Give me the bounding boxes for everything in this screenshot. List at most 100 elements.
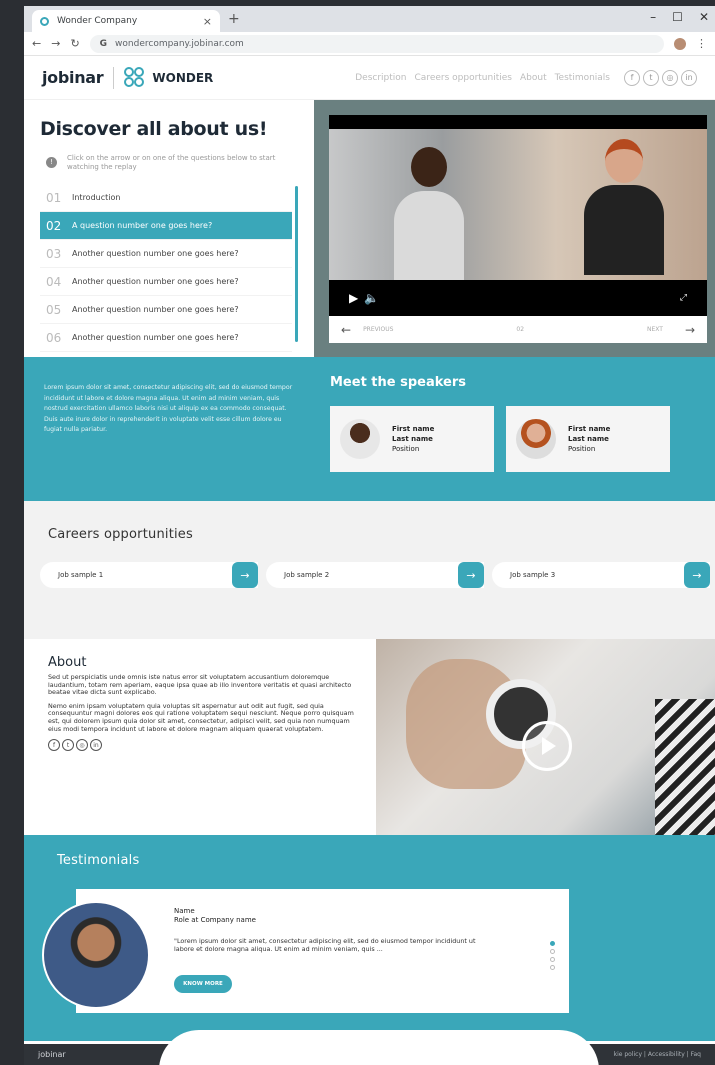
- next-label[interactable]: NEXT: [647, 326, 663, 333]
- arrow-right-icon[interactable]: →: [232, 562, 258, 588]
- job-title: Job sample 1: [58, 571, 104, 579]
- know-more-button[interactable]: KNOW MORE: [174, 975, 232, 993]
- video-controls: ▶ 🔈 ⤢: [329, 280, 707, 316]
- linkedin-icon[interactable]: in: [90, 739, 102, 752]
- instagram-icon[interactable]: ◎: [76, 739, 88, 752]
- play-button-icon[interactable]: [522, 721, 572, 771]
- next-arrow-icon[interactable]: →: [685, 323, 695, 337]
- nav-about[interactable]: About: [520, 73, 547, 83]
- menu-icon[interactable]: ⋮: [696, 37, 707, 50]
- carousel-dot[interactable]: [550, 949, 555, 954]
- arrow-right-icon[interactable]: →: [458, 562, 484, 588]
- speaker-last-name: Last name: [568, 435, 609, 443]
- speaker-last-name: Last name: [392, 435, 433, 443]
- about-text: About Sed ut perspiciatis unde omnis ist…: [24, 639, 376, 835]
- question-number: 05: [46, 302, 62, 317]
- linkedin-icon[interactable]: in: [681, 69, 697, 86]
- tab-bar: Wonder Company × + – ☐ ✕: [24, 6, 715, 32]
- twitter-icon[interactable]: t: [643, 69, 659, 86]
- about-title: About: [48, 655, 87, 670]
- author-name: Name: [174, 907, 195, 915]
- question-item[interactable]: 03 Another question number one goes here?: [40, 240, 292, 268]
- question-label: Another question number one goes here?: [72, 249, 239, 258]
- question-item[interactable]: 06 Another question number one goes here?: [40, 324, 292, 352]
- speaker-first-name: First name: [392, 425, 435, 433]
- favicon-icon: [40, 16, 49, 26]
- job-title: Job sample 2: [284, 571, 330, 579]
- question-item[interactable]: 04 Another question number one goes here?: [40, 268, 292, 296]
- question-label: Another question number one goes here?: [72, 333, 239, 342]
- facebook-icon[interactable]: f: [48, 739, 60, 752]
- profile-avatar[interactable]: [674, 37, 686, 50]
- carousel-dot[interactable]: [550, 957, 555, 962]
- volume-icon[interactable]: 🔈: [364, 291, 379, 305]
- nav-description[interactable]: Description: [355, 73, 406, 83]
- speaker-card[interactable]: First name Last name Position: [506, 406, 670, 472]
- wonder-logo-icon: [124, 66, 146, 89]
- question-number: 01: [46, 190, 62, 205]
- speaker-first-name: First name: [568, 425, 611, 433]
- arrow-right-icon[interactable]: →: [684, 562, 710, 588]
- browser-tab[interactable]: Wonder Company ×: [32, 10, 220, 32]
- url-text: wondercompany.jobinar.com: [115, 38, 244, 49]
- facebook-icon[interactable]: f: [624, 69, 640, 86]
- speakers-section: Lorem ipsum dolor sit amet, consectetur …: [24, 357, 715, 501]
- speakers-list: First name Last name Position First name…: [330, 406, 715, 472]
- speaker-card[interactable]: First name Last name Position: [330, 406, 494, 472]
- window-controls: – ☐ ✕: [650, 10, 709, 24]
- speaker-figure: [394, 147, 464, 280]
- close-tab-icon[interactable]: ×: [203, 15, 212, 28]
- carousel-dot[interactable]: [550, 941, 555, 946]
- video-player[interactable]: ▶ 🔈 ⤢ ← PREVIOUS 02 NEXT →: [329, 115, 707, 343]
- video-thumbnail-shape: [655, 699, 715, 835]
- forward-icon[interactable]: →: [51, 37, 60, 50]
- play-icon[interactable]: ▶: [349, 291, 358, 305]
- testimonial-card: Name Role at Company name "Lorem ipsum d…: [76, 889, 569, 1013]
- about-paragraph: Nemo enim ipsam voluptatem quia voluptas…: [48, 701, 354, 733]
- testimonial-author: Name Role at Company name: [174, 907, 256, 925]
- question-number: 03: [46, 246, 62, 261]
- question-item[interactable]: 01 Introduction: [40, 184, 292, 212]
- question-item-active[interactable]: 02 A question number one goes here?: [40, 212, 292, 240]
- job-card[interactable]: Job sample 2 →: [266, 562, 484, 588]
- nav-testimonials[interactable]: Testimonials: [555, 73, 610, 83]
- speaker-avatar: [516, 419, 556, 459]
- question-label: Another question number one goes here?: [72, 277, 239, 286]
- nav-careers[interactable]: Careers opportunities: [415, 73, 512, 83]
- twitter-icon[interactable]: t: [62, 739, 74, 752]
- jobinar-logo[interactable]: jobinar: [42, 68, 104, 87]
- social-links: f t ◎ in: [624, 69, 697, 86]
- instagram-icon[interactable]: ◎: [662, 69, 678, 86]
- previous-arrow-icon[interactable]: ←: [341, 323, 351, 337]
- intro-text: Lorem ipsum dolor sit amet, consectetur …: [44, 384, 293, 434]
- job-card[interactable]: Job sample 3 →: [492, 562, 710, 588]
- address-bar-row: ← → ↻ G wondercompany.jobinar.com ⋮: [24, 32, 715, 56]
- previous-label[interactable]: PREVIOUS: [363, 326, 393, 333]
- footer-brand[interactable]: jobinar: [38, 1050, 66, 1059]
- carousel-dots: [550, 941, 555, 970]
- author-role: Role at Company name: [174, 916, 256, 924]
- back-icon[interactable]: ←: [32, 37, 41, 50]
- divider: [113, 66, 115, 89]
- testimonial-avatar: [42, 901, 150, 1009]
- url-field[interactable]: G wondercompany.jobinar.com: [89, 34, 664, 53]
- fullscreen-icon[interactable]: ⤢: [680, 293, 687, 303]
- minimize-button[interactable]: –: [650, 10, 656, 24]
- new-tab-icon[interactable]: +: [228, 11, 240, 27]
- testimonials-section: Testimonials Name Role at Company name "…: [24, 835, 715, 1041]
- scrollbar[interactable]: [295, 186, 298, 342]
- reload-icon[interactable]: ↻: [70, 37, 79, 50]
- close-window-button[interactable]: ✕: [699, 10, 709, 24]
- job-card[interactable]: Job sample 1 →: [40, 562, 258, 588]
- question-item[interactable]: 05 Another question number one goes here?: [40, 296, 292, 324]
- speakers-panel: Meet the speakers First name Last name P…: [314, 357, 715, 501]
- about-video[interactable]: [376, 639, 715, 835]
- carousel-dot[interactable]: [550, 965, 555, 970]
- desktop-background: [0, 0, 24, 1065]
- question-label: Introduction: [72, 193, 121, 202]
- speaker-info: First name Last name Position: [392, 424, 434, 454]
- question-label: A question number one goes here?: [72, 221, 213, 230]
- footer-links[interactable]: kie policy | Accessibility | Faq: [614, 1051, 701, 1058]
- maximize-button[interactable]: ☐: [672, 10, 683, 24]
- about-section: About Sed ut perspiciatis unde omnis ist…: [24, 639, 715, 835]
